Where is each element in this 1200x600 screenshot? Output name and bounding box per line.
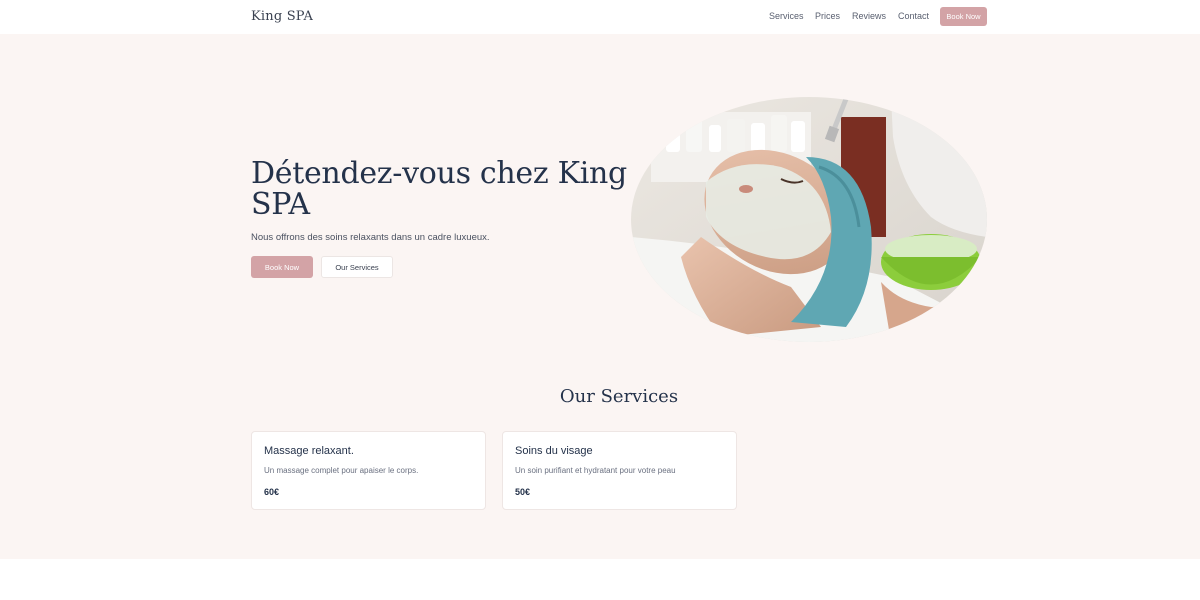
book-now-button[interactable]: Book Now <box>251 256 313 278</box>
service-title: Massage relaxant. <box>264 445 354 457</box>
service-title: Soins du visage <box>515 445 593 457</box>
hero-subtitle: Nous offrons des soins relaxants dans un… <box>251 232 490 243</box>
site-header: King SPA Services Prices Reviews Contact… <box>0 0 1200 34</box>
facial-treatment-illustration <box>631 97 987 342</box>
hero-facial-treatment-image <box>631 97 987 342</box>
main-nav: Services Prices Reviews Contact <box>0 11 1200 25</box>
service-description: Un soin purifiant et hydratant pour votr… <box>515 466 676 475</box>
service-description: Un massage complet pour apaiser le corps… <box>264 466 419 475</box>
nav-link-reviews[interactable]: Reviews <box>852 11 886 21</box>
service-price: 60€ <box>264 487 280 497</box>
header-book-now-button[interactable]: Book Now <box>940 7 987 26</box>
nav-link-contact[interactable]: Contact <box>898 11 929 21</box>
our-services-button[interactable]: Our Services <box>321 256 393 278</box>
services-heading: Our Services <box>559 386 679 407</box>
nav-link-services[interactable]: Services <box>769 11 804 21</box>
service-price: 50€ <box>515 487 531 497</box>
hero-title: Détendez-vous chez King SPA <box>251 156 627 222</box>
service-card[interactable]: Massage relaxant. Un massage complet pou… <box>251 431 486 510</box>
nav-link-prices[interactable]: Prices <box>815 11 840 21</box>
service-card[interactable]: Soins du visage Un soin purifiant et hyd… <box>502 431 737 510</box>
